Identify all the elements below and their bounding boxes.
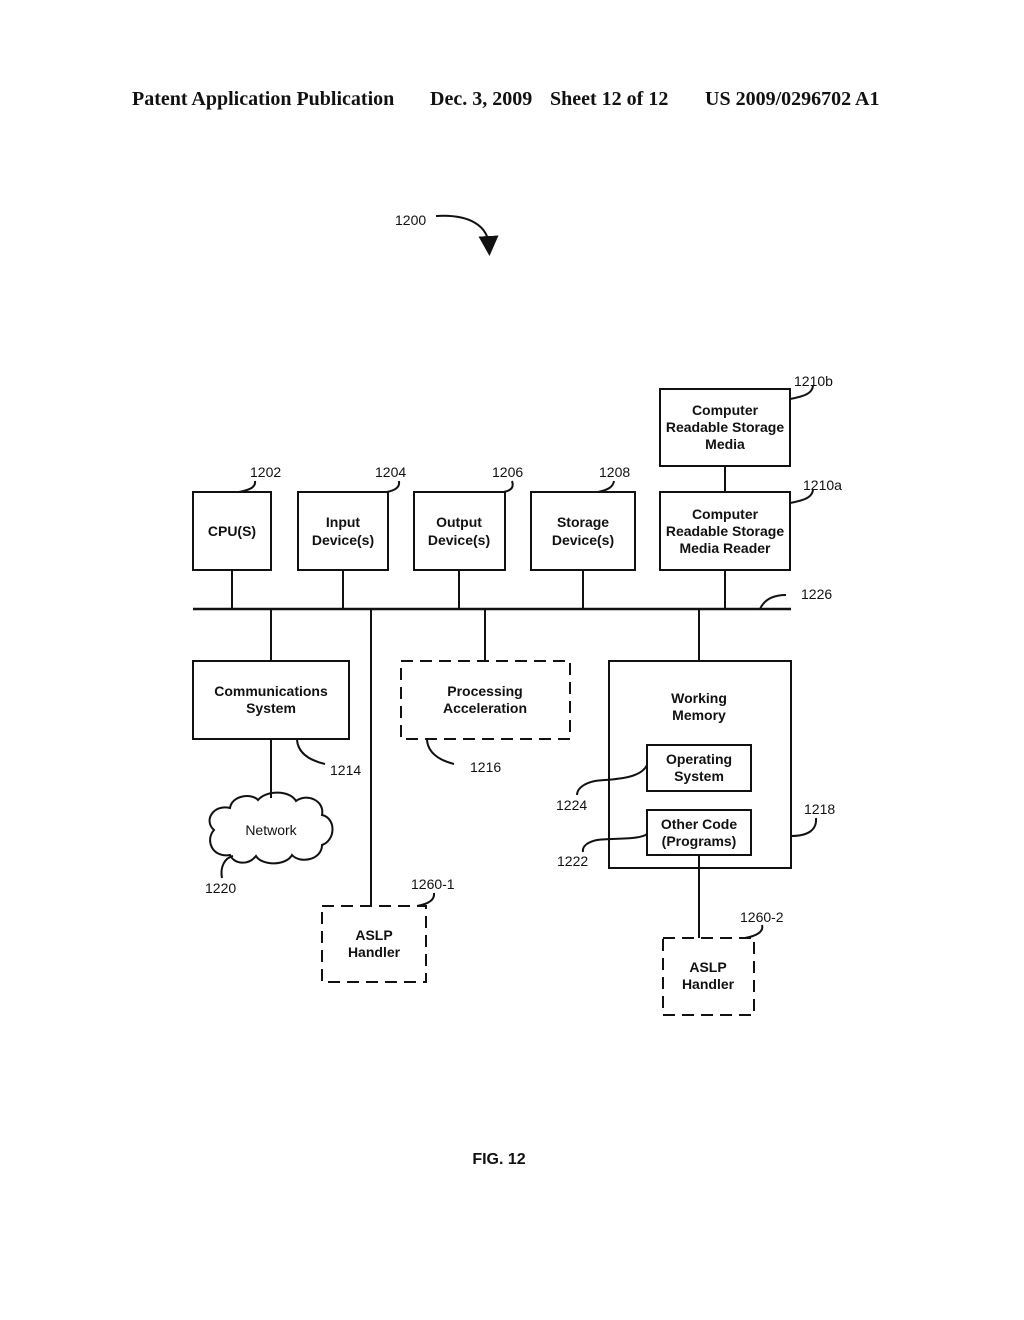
output-box [413, 491, 506, 571]
output-label-2: Device(s) [428, 532, 490, 548]
accel-ref: 1216 [470, 759, 501, 775]
aslp1-label-2: Handler [348, 944, 401, 960]
aslp1-label-1: ASLP [355, 927, 392, 943]
comms-label-2: System [246, 700, 296, 716]
main-ref-arrow [435, 214, 499, 256]
aslp2-label-1: ASLP [689, 959, 726, 975]
cpu-label: CPU(S) [208, 523, 256, 539]
other-code-label-2: (Programs) [662, 833, 737, 849]
cpu-ref: 1202 [250, 464, 281, 480]
output-ref: 1206 [492, 464, 523, 480]
memory-label-1: Working [671, 690, 727, 706]
crs-reader-label-2: Readable Storage [666, 523, 784, 539]
other-code-ref: 1222 [557, 853, 588, 869]
main-ref-label: 1200 [395, 212, 426, 228]
bus-leader [759, 594, 787, 610]
input-box [297, 491, 389, 571]
comms-label-1: Communications [214, 683, 328, 699]
crs-reader-ref: 1210a [803, 477, 842, 493]
crs-reader-label-1: Computer [692, 506, 759, 522]
storage-label-1: Storage [557, 514, 609, 530]
aslp2-ref: 1260-2 [740, 909, 784, 925]
os-ref: 1224 [556, 797, 587, 813]
accel-label-1: Processing [447, 683, 522, 699]
storage-box [530, 491, 636, 571]
network-label: Network [245, 822, 297, 838]
crs-media-ref: 1210b [794, 373, 833, 389]
input-ref: 1204 [375, 464, 406, 480]
crs-reader-label-3: Media Reader [679, 540, 771, 556]
storage-label-2: Device(s) [552, 532, 614, 548]
crs-media-label-1: Computer [692, 402, 759, 418]
other-code-label-1: Other Code [661, 816, 737, 832]
output-label-1: Output [436, 514, 482, 530]
input-label-1: Input [326, 514, 361, 530]
bus-ref: 1226 [801, 586, 832, 602]
figure-label: FIG. 12 [472, 1151, 525, 1168]
aslp1-ref: 1260-1 [411, 876, 455, 892]
network-ref: 1220 [205, 880, 236, 896]
storage-ref: 1208 [599, 464, 630, 480]
memory-label-2: Memory [672, 707, 726, 723]
aslp2-label-2: Handler [682, 976, 735, 992]
os-label-2: System [674, 768, 724, 784]
system-diagram: 1200 1202 1204 1206 1208 1210b 1210a 122… [192, 212, 842, 1168]
accel-label-2: Acceleration [443, 700, 527, 716]
memory-ref: 1218 [804, 801, 835, 817]
crs-media-label-2: Readable Storage [666, 419, 784, 435]
crs-media-label-3: Media [705, 436, 745, 452]
input-label-2: Device(s) [312, 532, 374, 548]
comms-ref: 1214 [330, 762, 361, 778]
os-label-1: Operating [666, 751, 732, 767]
